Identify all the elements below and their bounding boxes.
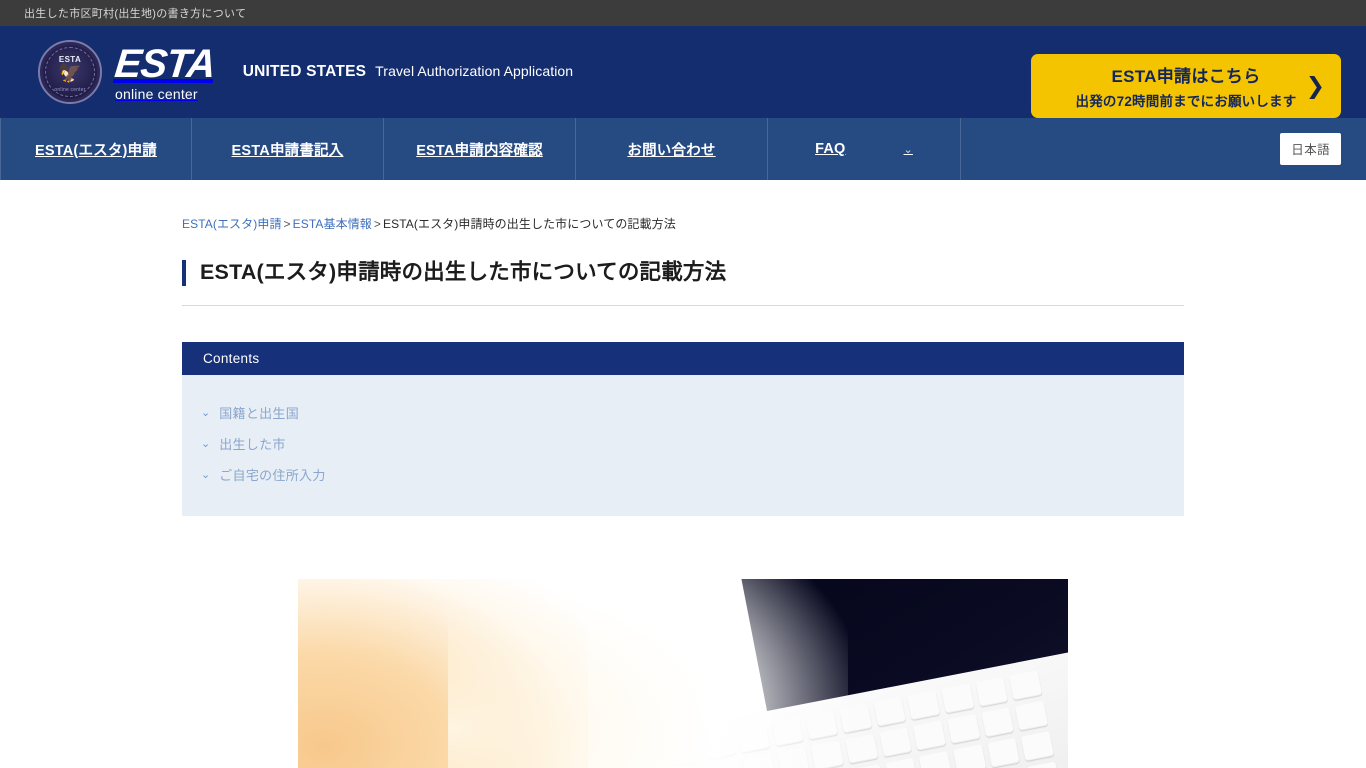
tagline-strong: UNITED STATES	[242, 63, 367, 80]
toc-item-label: ご自宅の住所入力	[219, 468, 326, 483]
chevron-down-icon: ⌄	[201, 407, 211, 419]
header-tagline: UNITED STATES Travel Authorization Appli…	[243, 63, 573, 81]
logo-wordmark-sub: online center	[115, 85, 198, 102]
toc-item-label: 出生した市	[219, 437, 286, 452]
cta-secondary-label: 出発の72時間前までにお願いします	[1075, 94, 1297, 109]
contents-list: ⌄ 国籍と出生国 ⌄ 出生した市 ⌄ ご自宅の住所入力	[182, 375, 1184, 516]
nav-item-esta-application[interactable]: ESTA(エスタ)申請	[0, 118, 192, 180]
seal-bottom-text: online center	[54, 87, 86, 93]
title-accent-bar	[182, 260, 186, 286]
browser-tab-title: 出生した市区町村(出生地)の書き方について	[24, 8, 247, 20]
browser-top-bar: 出生した市区町村(出生地)の書き方について	[0, 0, 1366, 26]
contents-header: Contents	[182, 342, 1184, 375]
site-logo[interactable]: ESTA 🦅 online center ESTA online center	[38, 40, 218, 104]
breadcrumb-item-1[interactable]: ESTA(エスタ)申請	[182, 217, 282, 231]
nav-item-label: ESTA(エスタ)申請	[35, 142, 157, 159]
site-header: ESTA 🦅 online center ESTA online center …	[0, 26, 1366, 118]
breadcrumb-separator: >	[283, 217, 291, 231]
logo-wordmark: ESTA online center	[112, 41, 218, 102]
nav-item-label: ESTA申請内容確認	[416, 142, 543, 159]
nav-item-application-form[interactable]: ESTA申請書記入	[192, 118, 384, 180]
chevron-right-icon: ❯	[1305, 72, 1325, 99]
tagline-weak: Travel Authorization Application	[375, 63, 574, 79]
main-navigation: ESTA(エスタ)申請 ESTA申請書記入 ESTA申請内容確認 お問い合わせ …	[0, 118, 1366, 180]
language-switcher-button[interactable]: 日本語	[1280, 133, 1341, 165]
apply-cta-button[interactable]: ESTA申請はこちら 出発の72時間前までにお願いします ❯	[1031, 54, 1341, 118]
contents-heading: Contents	[203, 351, 260, 366]
toc-item-home-address[interactable]: ⌄ ご自宅の住所入力	[201, 459, 1184, 490]
toc-item-birth-city[interactable]: ⌄ 出生した市	[201, 428, 1184, 459]
breadcrumb-current-page: ESTA(エスタ)申請時の出生した市についての記載方法	[383, 217, 676, 231]
logo-wordmark-main: ESTA	[112, 41, 218, 86]
breadcrumb-item-2[interactable]: ESTA基本情報	[293, 217, 372, 231]
eagle-icon: 🦅	[58, 63, 82, 84]
nav-item-label: お問い合わせ	[627, 142, 716, 159]
page-title-row: ESTA(エスタ)申請時の出生した市についての記載方法	[182, 260, 1184, 306]
page-title: ESTA(エスタ)申請時の出生した市についての記載方法	[200, 260, 727, 285]
toc-item-nationality-birth-country[interactable]: ⌄ 国籍と出生国	[201, 397, 1184, 428]
breadcrumb: ESTA(エスタ)申請 > ESTA基本情報 > ESTA(エスタ)申請時の出生した市に…	[182, 180, 1184, 232]
cta-primary-label: ESTA申請はこちら	[1111, 67, 1261, 86]
content-wrapper: ESTA(エスタ)申請 > ESTA基本情報 > ESTA(エスタ)申請時の出生した市に…	[182, 180, 1184, 516]
nav-item-label: FAQ	[815, 141, 846, 157]
photo-warm-light-secondary	[448, 579, 708, 768]
chevron-down-icon: ⌄	[201, 438, 211, 450]
laptop-photo	[298, 579, 1068, 768]
breadcrumb-separator: >	[373, 217, 382, 231]
page-body: ESTA(エスタ)申請 > ESTA基本情報 > ESTA(エスタ)申請時の出生した市に…	[0, 180, 1366, 768]
nav-item-faq[interactable]: FAQ ⌄	[768, 118, 961, 180]
table-of-contents: Contents ⌄ 国籍と出生国 ⌄ 出生した市 ⌄ ご自宅の住所入力	[182, 342, 1184, 516]
chevron-down-icon: ⌄	[201, 469, 211, 481]
toc-item-label: 国籍と出生国	[219, 406, 300, 421]
nav-item-application-check[interactable]: ESTA申請内容確認	[384, 118, 576, 180]
nav-item-contact[interactable]: お問い合わせ	[576, 118, 768, 180]
esta-seal-icon: ESTA 🦅 online center	[38, 40, 102, 104]
article-hero-image	[298, 579, 1068, 768]
nav-item-label: ESTA申請書記入	[231, 142, 344, 159]
chevron-down-icon: ⌄	[903, 143, 913, 156]
